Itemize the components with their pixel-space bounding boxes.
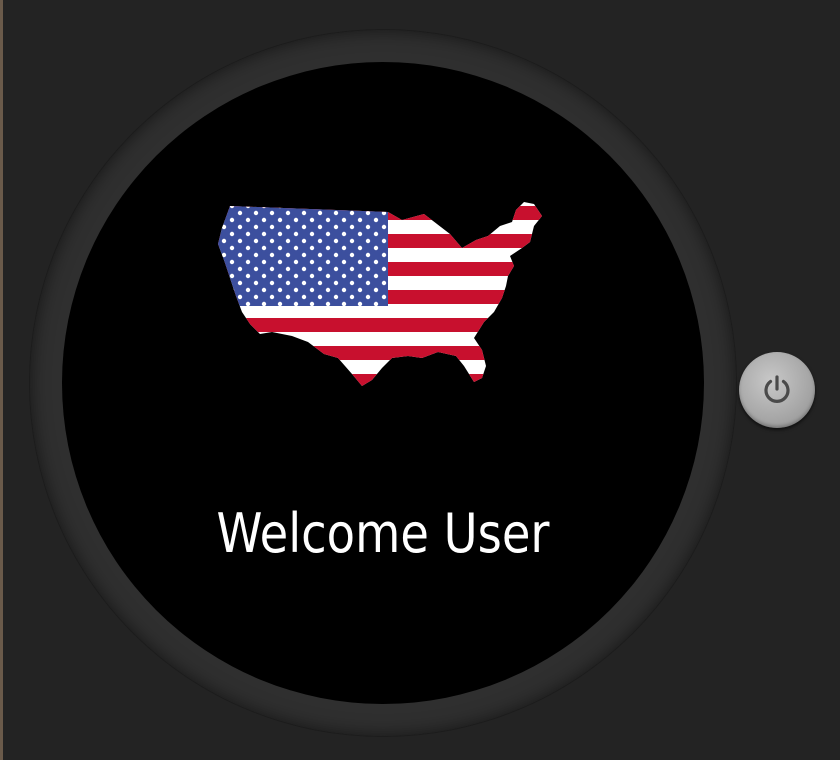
power-icon [764, 375, 790, 403]
usa-flag-map-icon [218, 202, 542, 386]
device-frame: Welcome User [0, 0, 840, 760]
welcome-message: Welcome User [216, 502, 550, 565]
window-edge [0, 0, 3, 760]
power-button[interactable] [739, 352, 815, 428]
watch-screen: Welcome User [62, 62, 704, 704]
